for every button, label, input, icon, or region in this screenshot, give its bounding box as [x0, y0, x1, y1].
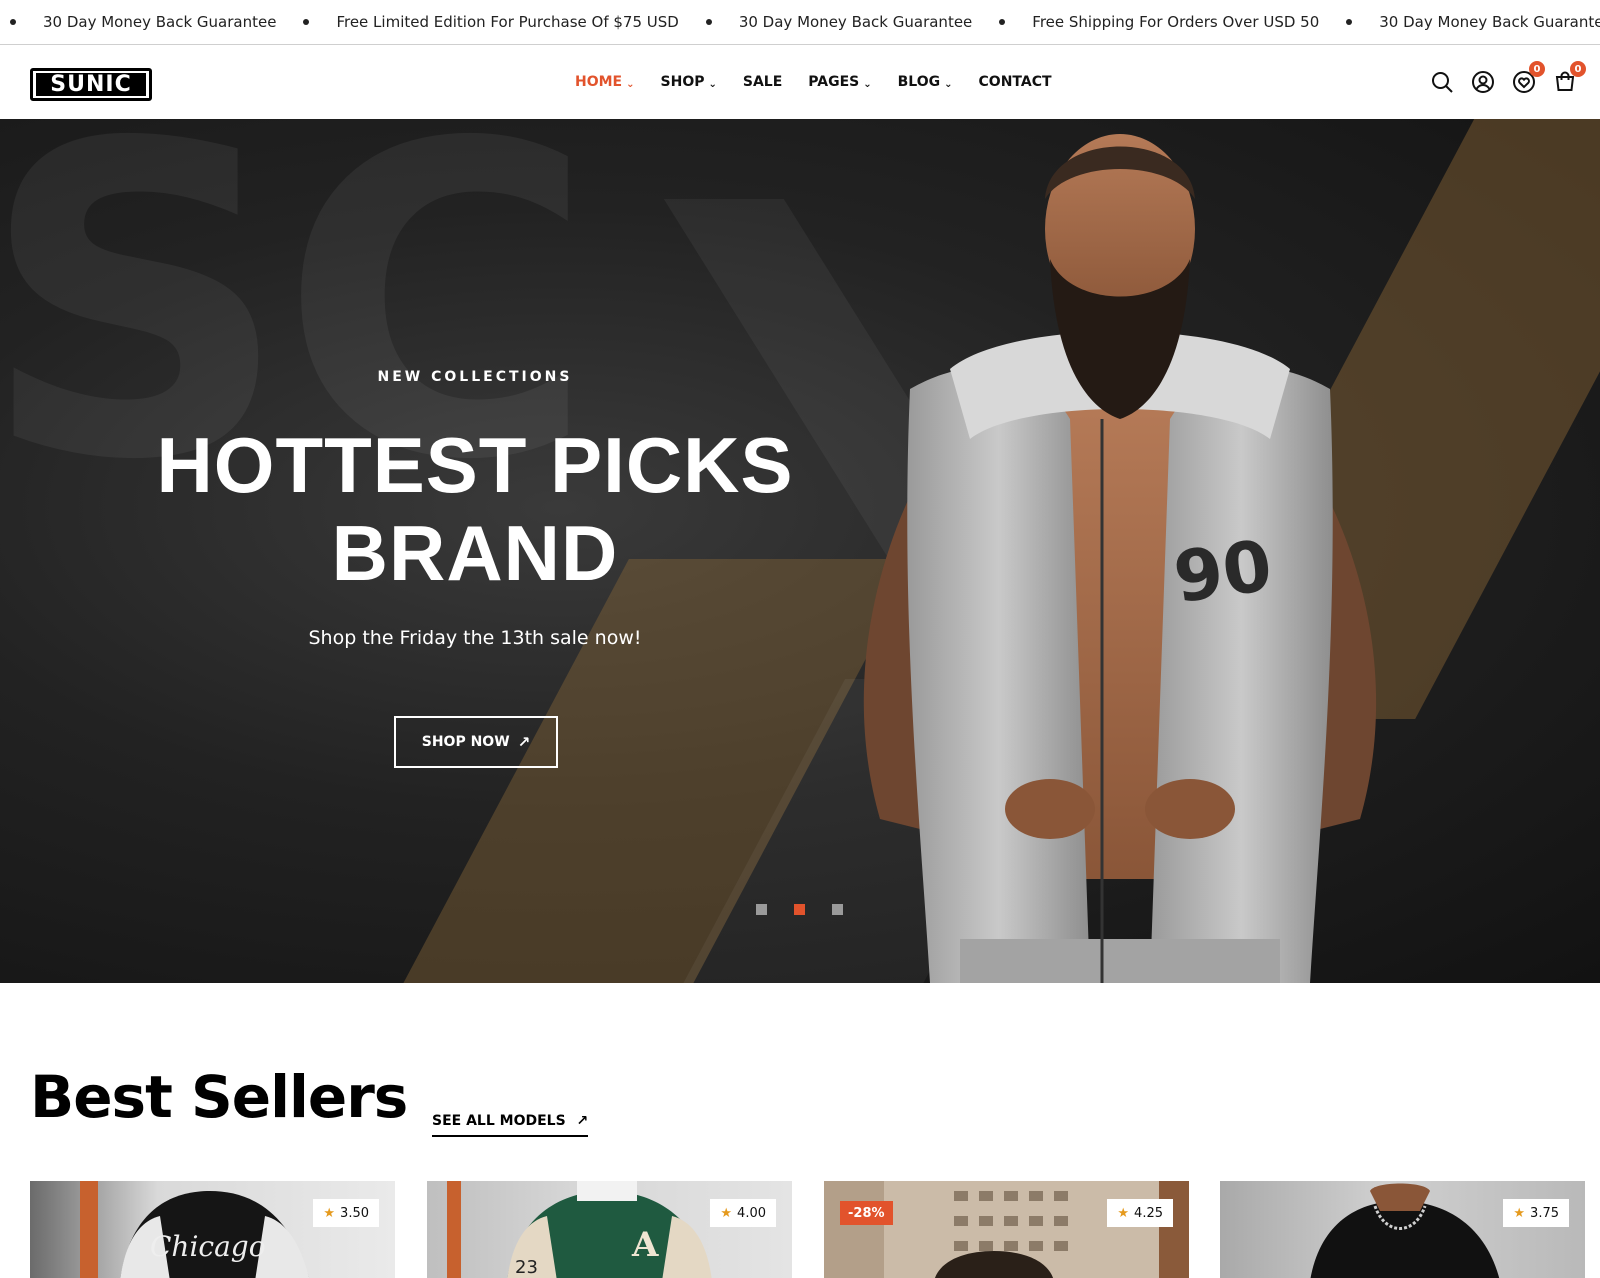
chevron-down-icon: ⌄	[863, 78, 872, 90]
product-card[interactable]: Chicago ★ 3.50	[30, 1181, 395, 1278]
product-grid: Chicago ★ 3.50 A 23 ★ 4.00 -28% ★ 4.25 ★…	[30, 1181, 1585, 1278]
announcement-text: Free Shipping For Orders Over USD 50	[1032, 13, 1320, 31]
product-card[interactable]: ★ 3.75	[1220, 1181, 1585, 1278]
product-image	[1310, 1183, 1500, 1278]
star-icon: ★	[720, 1205, 733, 1221]
hero-title-line: HOTTEST PICKS	[156, 421, 794, 509]
product-card[interactable]: A 23 ★ 4.00	[427, 1181, 792, 1278]
hero-banner: SC 90 NEW COLLECTIONS HOTTEST PICKS BRAN…	[0, 119, 1600, 983]
rating-value: 4.00	[737, 1205, 766, 1221]
hero-content: NEW COLLECTIONS HOTTEST PICKS BRAND Shop…	[100, 119, 850, 983]
main-nav: HOME ⌄ SHOP ⌄ SALE PAGES ⌄ BLOG ⌄ CONTAC…	[575, 45, 1078, 119]
rating-value: 4.25	[1134, 1205, 1163, 1221]
chevron-down-icon: ⌄	[626, 78, 635, 90]
announcement-track: 30 Day Money Back Guarantee Free Limited…	[0, 13, 1600, 31]
nav-item-home[interactable]: HOME ⌄	[575, 74, 635, 90]
chevron-down-icon: ⌄	[944, 78, 953, 90]
announcement-text: 30 Day Money Back Guarantee	[43, 13, 277, 31]
svg-text:Chicago: Chicago	[150, 1230, 266, 1263]
best-sellers-title: Best Sellers	[30, 1063, 408, 1131]
rating-badge: ★ 4.00	[710, 1199, 776, 1227]
nav-label: HOME	[575, 74, 623, 90]
bullet-icon	[705, 19, 712, 25]
slide-dot-1[interactable]	[756, 904, 767, 915]
announcement-text: Free Limited Edition For Purchase Of $75…	[336, 13, 679, 31]
nav-label: SHOP	[660, 74, 705, 90]
product-image: A 23	[447, 1181, 712, 1278]
svg-text:A: A	[631, 1225, 659, 1265]
product-image	[824, 1181, 1189, 1278]
wishlist-count-badge: 0	[1529, 61, 1545, 77]
rating-badge: ★ 4.25	[1107, 1199, 1173, 1227]
bullet-icon	[10, 19, 16, 25]
star-icon: ★	[1513, 1205, 1526, 1221]
nav-item-blog[interactable]: BLOG ⌄	[898, 74, 953, 90]
rating-value: 3.50	[340, 1205, 369, 1221]
nav-item-shop[interactable]: SHOP ⌄	[661, 74, 717, 90]
svg-text:23: 23	[515, 1257, 538, 1278]
bullet-icon	[1346, 19, 1353, 25]
star-icon: ★	[1117, 1205, 1130, 1221]
arrow-up-right-icon: ↗	[576, 1113, 589, 1129]
cart-count-badge: 0	[1570, 61, 1586, 77]
announcement-text: 30 Day Money Back Guarantee	[738, 13, 973, 31]
announcement-bar: 30 Day Money Back Guarantee Free Limited…	[0, 0, 1600, 45]
chevron-down-icon: ⌄	[708, 78, 717, 90]
nav-item-pages[interactable]: PAGES ⌄	[808, 74, 871, 90]
site-header: SUNIC HOME ⌄ SHOP ⌄ SALE PAGES ⌄ BLOG ⌄ …	[0, 45, 1600, 119]
announcement-text: 30 Day Money Back Guarantee	[1379, 13, 1600, 31]
bullet-icon	[303, 19, 310, 25]
announcement-item: 30 Day Money Back Guarantee	[1346, 13, 1600, 31]
nav-label: PAGES	[808, 74, 860, 90]
announcement-item: Free Limited Edition For Purchase Of $75…	[303, 13, 705, 31]
rating-badge: ★ 3.50	[313, 1199, 379, 1227]
announcement-item: Free Shipping For Orders Over USD 50	[999, 13, 1346, 31]
logo-text: SUNIC	[36, 73, 146, 96]
shop-now-label: SHOP NOW	[421, 734, 510, 750]
product-card[interactable]: -28% ★ 4.25	[824, 1181, 1189, 1278]
search-icon[interactable]	[1429, 69, 1455, 95]
hero-title-line: BRAND	[331, 509, 619, 597]
user-icon[interactable]	[1470, 69, 1496, 95]
rating-badge: ★ 3.75	[1503, 1199, 1569, 1227]
header-actions: 0 0	[1414, 45, 1586, 119]
hero-subtitle: Shop the Friday the 13th sale now!	[308, 627, 642, 649]
product-image: Chicago	[80, 1181, 310, 1278]
see-all-models-link[interactable]: SEE ALL MODELS ↗	[432, 1113, 589, 1137]
announcement-item: 30 Day Money Back Guarantee	[705, 13, 999, 31]
site-logo[interactable]: SUNIC	[30, 68, 152, 101]
see-all-models-label: SEE ALL MODELS	[432, 1113, 566, 1129]
slide-dot-2[interactable]	[794, 904, 805, 915]
star-icon: ★	[323, 1205, 336, 1221]
nav-label: BLOG	[897, 74, 941, 90]
nav-item-sale[interactable]: SALE	[743, 74, 782, 90]
nav-label: CONTACT	[978, 74, 1052, 90]
cart-button[interactable]: 0	[1552, 61, 1586, 95]
nav-item-contact[interactable]: CONTACT	[979, 74, 1052, 90]
slider-pagination	[756, 904, 870, 915]
shop-now-button[interactable]: SHOP NOW ↗	[394, 716, 558, 768]
announcement-item: 30 Day Money Back Guarantee	[10, 13, 303, 31]
hero-model-image: 90	[863, 134, 1377, 983]
svg-text:90: 90	[1169, 524, 1277, 619]
nav-label: SALE	[742, 74, 783, 90]
wishlist-button[interactable]: 0	[1511, 61, 1545, 95]
slide-dot-3[interactable]	[832, 904, 843, 915]
bullet-icon	[999, 19, 1006, 25]
rating-value: 3.75	[1530, 1205, 1559, 1221]
discount-badge: -28%	[840, 1201, 893, 1225]
arrow-up-right-icon: ↗	[517, 733, 531, 751]
hero-eyebrow: NEW COLLECTIONS	[377, 369, 573, 385]
hero-title: HOTTEST PICKS BRAND	[100, 421, 850, 597]
